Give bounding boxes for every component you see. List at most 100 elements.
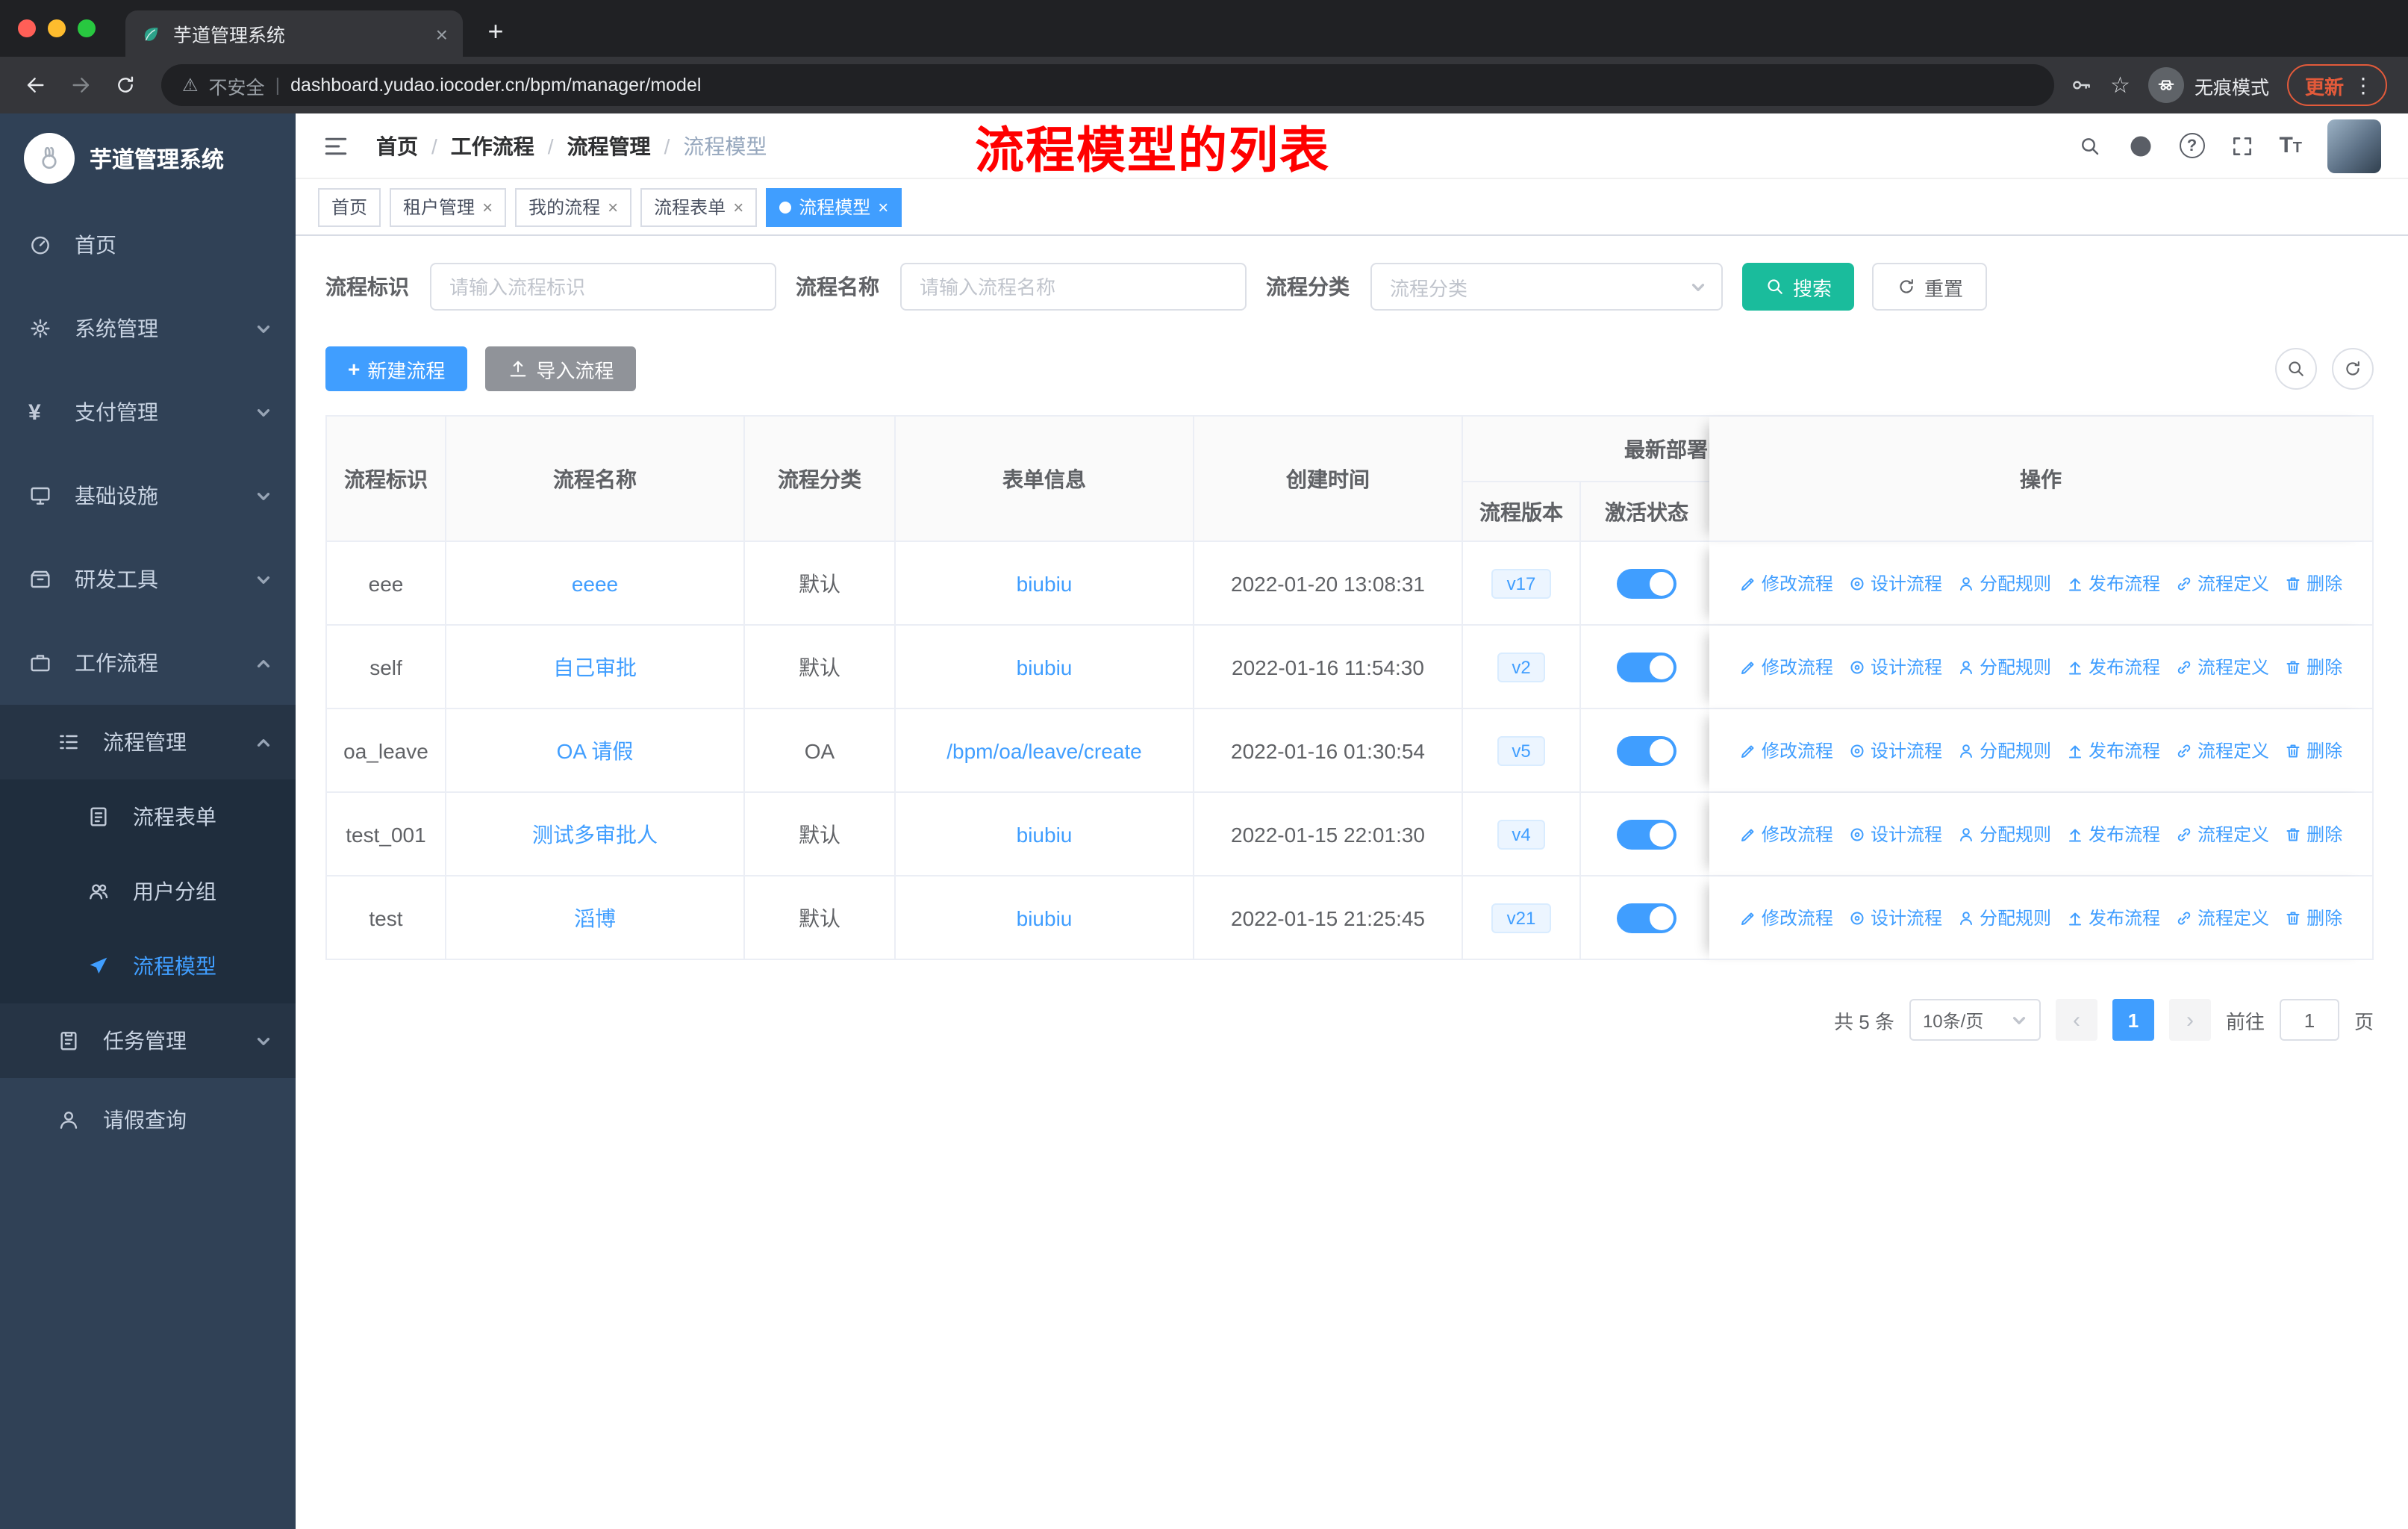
key-icon[interactable] <box>2068 73 2092 97</box>
sidebar-item-workflow[interactable]: 工作流程 <box>0 621 296 705</box>
version-tag[interactable]: v5 <box>1497 735 1546 765</box>
process-name-link[interactable]: 自己审批 <box>553 652 637 682</box>
browser-tab[interactable]: 芋道管理系统 × <box>125 10 463 57</box>
sidebar-item-system[interactable]: 系统管理 <box>0 287 296 370</box>
tag-home[interactable]: 首页 <box>318 187 381 226</box>
breadcrumb-workflow[interactable]: 工作流程 <box>451 131 534 161</box>
action-assign-rule[interactable]: 分配规则 <box>1957 654 2051 679</box>
active-toggle[interactable] <box>1616 568 1676 598</box>
reset-button[interactable]: 重置 <box>1872 263 1988 311</box>
action-design-process[interactable]: 设计流程 <box>1848 570 1942 596</box>
active-toggle[interactable] <box>1616 735 1676 765</box>
close-icon[interactable]: × <box>878 196 888 217</box>
action-delete[interactable]: 删除 <box>2284 905 2342 930</box>
sidebar-item-payment[interactable]: ¥ 支付管理 <box>0 370 296 454</box>
sidebar-item-process-management[interactable]: 流程管理 <box>0 705 296 779</box>
process-id-input[interactable] <box>430 263 776 311</box>
browser-menu-icon[interactable]: ⋮ <box>2353 72 2374 98</box>
sidebar-item-leave-query[interactable]: 请假查询 <box>0 1078 296 1162</box>
version-tag[interactable]: v17 <box>1491 568 1551 598</box>
page-size-select[interactable]: 10条/页 <box>1909 999 2041 1041</box>
tag-my-process[interactable]: 我的流程 × <box>515 187 632 226</box>
action-edit-process[interactable]: 修改流程 <box>1739 738 1833 763</box>
version-tag[interactable]: v21 <box>1491 903 1551 932</box>
action-edit-process[interactable]: 修改流程 <box>1739 570 1833 596</box>
breadcrumb-home[interactable]: 首页 <box>376 131 418 161</box>
import-process-button[interactable]: 导入流程 <box>485 346 637 391</box>
tag-tenant[interactable]: 租户管理 × <box>390 187 507 226</box>
bookmark-star-icon[interactable]: ☆ <box>2110 72 2130 99</box>
window-minimize-button[interactable] <box>48 19 66 37</box>
category-select[interactable]: 流程分类 <box>1370 263 1723 311</box>
new-tab-button[interactable]: + <box>475 10 517 52</box>
version-tag[interactable]: v2 <box>1497 652 1546 682</box>
fullscreen-icon[interactable] <box>2230 134 2253 158</box>
version-tag[interactable]: v4 <box>1497 819 1546 849</box>
form-info-link[interactable]: biubiu <box>1017 822 1073 846</box>
next-page-button[interactable]: › <box>2168 999 2211 1041</box>
action-publish-process[interactable]: 发布流程 <box>2066 654 2160 679</box>
action-assign-rule[interactable]: 分配规则 <box>1957 905 2051 930</box>
action-delete[interactable]: 删除 <box>2284 738 2342 763</box>
close-icon[interactable]: × <box>482 196 493 217</box>
active-toggle[interactable] <box>1616 819 1676 849</box>
action-edit-process[interactable]: 修改流程 <box>1739 654 1833 679</box>
sidebar-item-home[interactable]: 首页 <box>0 203 296 287</box>
sidebar-item-process-model[interactable]: 流程模型 <box>0 929 296 1003</box>
active-toggle[interactable] <box>1616 903 1676 932</box>
action-assign-rule[interactable]: 分配规则 <box>1957 821 2051 847</box>
create-process-button[interactable]: + 新建流程 <box>325 346 468 391</box>
form-info-link[interactable]: /bpm/oa/leave/create <box>946 738 1142 762</box>
sidebar-item-infrastructure[interactable]: 基础设施 <box>0 454 296 538</box>
tag-process-form[interactable]: 流程表单 × <box>640 187 758 226</box>
window-close-button[interactable] <box>18 19 36 37</box>
sidebar-collapse-button[interactable] <box>296 113 376 178</box>
action-edit-process[interactable]: 修改流程 <box>1739 905 1833 930</box>
help-icon[interactable]: ? <box>2179 133 2205 158</box>
process-name-link[interactable]: OA 请假 <box>557 735 634 765</box>
action-publish-process[interactable]: 发布流程 <box>2066 821 2160 847</box>
process-name-link[interactable]: eeee <box>572 571 618 595</box>
process-name-link[interactable]: 测试多审批人 <box>532 819 658 849</box>
back-button[interactable] <box>15 64 57 106</box>
action-design-process[interactable]: 设计流程 <box>1848 654 1942 679</box>
address-bar[interactable]: ⚠ 不安全 | dashboard.yudao.iocoder.cn/bpm/m… <box>161 64 2054 106</box>
sidebar-item-task-management[interactable]: 任务管理 <box>0 1003 296 1078</box>
process-name-link[interactable]: 滔博 <box>574 903 616 932</box>
goto-page-input[interactable] <box>2279 999 2339 1041</box>
action-process-definition[interactable]: 流程定义 <box>2175 738 2269 763</box>
form-info-link[interactable]: biubiu <box>1017 571 1073 595</box>
github-icon[interactable] <box>2127 132 2153 159</box>
close-icon[interactable]: × <box>608 196 618 217</box>
sidebar-item-process-form[interactable]: 流程表单 <box>0 779 296 854</box>
action-edit-process[interactable]: 修改流程 <box>1739 821 1833 847</box>
breadcrumb-process-management[interactable]: 流程管理 <box>567 131 651 161</box>
tab-close-icon[interactable]: × <box>436 22 448 46</box>
tag-process-model[interactable]: 流程模型 × <box>766 187 902 226</box>
reload-button[interactable] <box>105 64 146 106</box>
action-process-definition[interactable]: 流程定义 <box>2175 905 2269 930</box>
prev-page-button[interactable]: ‹ <box>2055 999 2097 1041</box>
page-number-1[interactable]: 1 <box>2112 999 2154 1041</box>
action-assign-rule[interactable]: 分配规则 <box>1957 738 2051 763</box>
action-process-definition[interactable]: 流程定义 <box>2175 821 2269 847</box>
refresh-button[interactable] <box>2332 348 2374 390</box>
action-design-process[interactable]: 设计流程 <box>1848 905 1942 930</box>
action-assign-rule[interactable]: 分配规则 <box>1957 570 2051 596</box>
action-design-process[interactable]: 设计流程 <box>1848 738 1942 763</box>
action-delete[interactable]: 删除 <box>2284 654 2342 679</box>
window-zoom-button[interactable] <box>78 19 96 37</box>
close-icon[interactable]: × <box>733 196 743 217</box>
action-delete[interactable]: 删除 <box>2284 570 2342 596</box>
action-publish-process[interactable]: 发布流程 <box>2066 738 2160 763</box>
font-size-icon[interactable]: TT <box>2279 134 2302 157</box>
toggle-search-button[interactable] <box>2275 348 2317 390</box>
process-name-input[interactable] <box>900 263 1247 311</box>
forward-button[interactable] <box>60 64 102 106</box>
search-icon[interactable] <box>2077 134 2101 158</box>
action-delete[interactable]: 删除 <box>2284 821 2342 847</box>
action-process-definition[interactable]: 流程定义 <box>2175 654 2269 679</box>
sidebar-item-devtools[interactable]: 研发工具 <box>0 538 296 621</box>
active-toggle[interactable] <box>1616 652 1676 682</box>
search-button[interactable]: 搜索 <box>1742 263 1855 311</box>
